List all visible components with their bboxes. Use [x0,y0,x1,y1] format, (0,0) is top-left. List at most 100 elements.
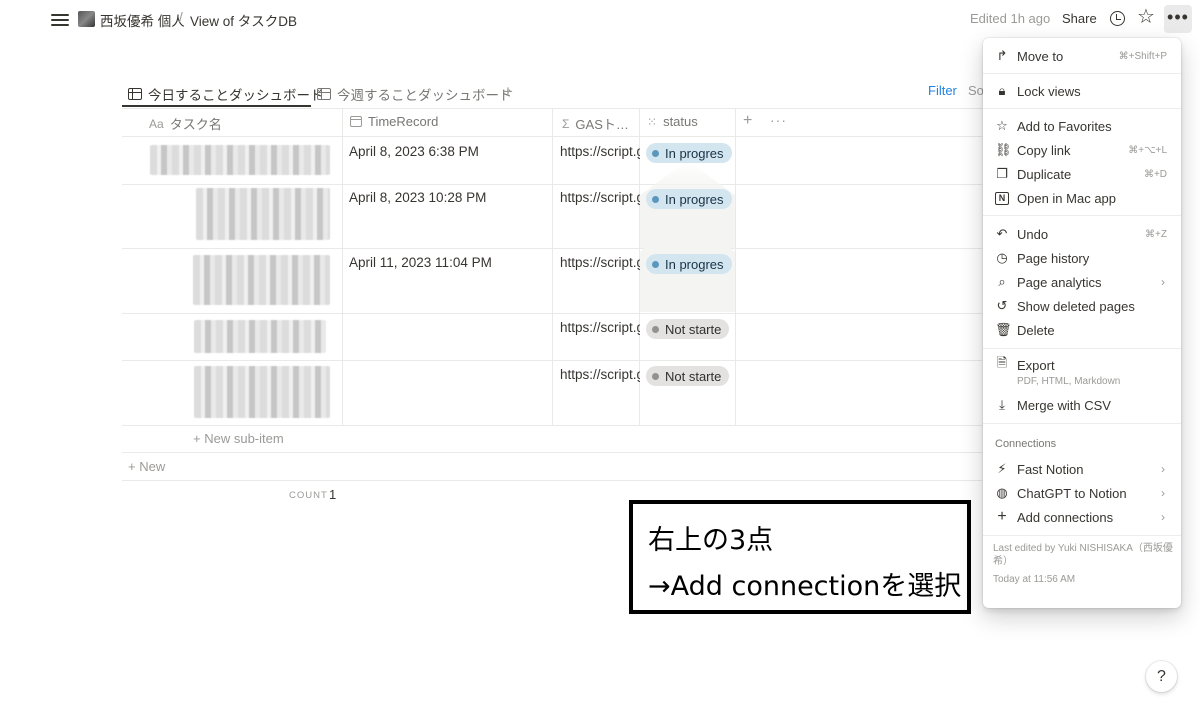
status-dot [652,325,659,333]
menu-item-merge-csv[interactable]: ⤓ Merge with CSV [983,393,1181,417]
history-icon: ◷ [996,250,1008,265]
menu-item-lock-views[interactable]: 🔒︎ Lock views [983,79,1181,103]
table-bottom-border [122,480,982,481]
menu-item-page-analytics[interactable]: ⌕ Page analytics › [983,270,1181,294]
status-icon: ⁙ [647,114,658,129]
chevron-right-icon: › [1161,462,1165,476]
breadcrumb-workspace[interactable]: 西坂優希 個人 [100,10,185,30]
new-row-label: New [139,459,166,474]
menu-item-undo[interactable]: ↶ Undo ⌘+Z [983,222,1181,246]
column-divider [735,108,736,425]
calendar-icon [350,116,362,127]
menu-item-show-deleted[interactable]: ↺ Show deleted pages [983,294,1181,318]
new-row-button[interactable]: + New [128,459,165,474]
download-arrow-icon: ⤓ [999,397,1005,412]
blurred-task-name[interactable] [194,366,330,418]
menu-label: Undo [1017,226,1049,242]
table-view-icon [128,88,142,100]
menu-label: Duplicate [1017,166,1072,182]
menu-item-page-history[interactable]: ◷ Page history [983,246,1181,270]
menu-label: Export [1017,357,1055,373]
new-sub-item-button[interactable]: + New sub-item [193,431,284,446]
menu-item-copy-link[interactable]: ⛓ Copy link ⌘+⌥+L [983,138,1181,162]
menu-item-chatgpt-notion[interactable]: ◍ ChatGPT to Notion › [983,481,1181,505]
gas-url-cell[interactable]: https://script.google.com [560,320,640,335]
add-view-button[interactable]: + [503,82,513,102]
blurred-task-name[interactable] [193,255,330,305]
menu-label: Merge with CSV [1017,397,1111,413]
timerecord-cell[interactable]: April 8, 2023 10:28 PM [349,190,486,205]
export-formats: PDF, HTML, Markdown [1017,376,1121,387]
tab-today-dashboard[interactable]: 今日することダッシュボード [128,81,324,107]
status-dot [652,372,659,380]
menu-item-export[interactable]: 🗎︎ Export [983,353,1181,377]
breadcrumb-page[interactable]: View of タスクDB [190,10,297,30]
column-divider [552,108,553,425]
undo-icon: ↶ [996,226,1008,241]
notion-logo-icon: N [995,191,1009,205]
favorite-star-icon[interactable]: ☆ [1137,7,1155,27]
text-type-icon: Aa [149,116,164,131]
gas-url-cell[interactable]: https://script.google.com [560,190,640,205]
timerecord-cell[interactable]: April 8, 2023 6:38 PM [349,144,479,159]
table-view-icon [317,88,331,100]
status-badge[interactable]: In progres [646,143,732,163]
star-icon: ☆ [996,118,1008,133]
more-options-button[interactable]: ••• [1164,5,1192,33]
more-properties-button[interactable]: ··· [770,112,787,128]
menu-label: Delete [1017,322,1055,338]
gas-url-cell[interactable]: https://script.google.com [560,144,640,159]
help-button[interactable]: ? [1146,661,1177,692]
formula-sigma-icon: Σ [562,116,570,131]
menu-item-delete[interactable]: 🗑︎ Delete [983,318,1181,342]
menu-item-open-mac-app[interactable]: N Open in Mac app [983,186,1181,210]
blurred-task-name[interactable] [194,320,326,353]
column-header-timerecord[interactable]: TimeRecord [350,114,438,129]
menu-item-add-connections[interactable]: + Add connections › [983,505,1181,529]
sort-button[interactable]: So [968,83,984,98]
menu-item-move-to[interactable]: ↱ Move to ⌘+Shift+P [983,44,1181,68]
timerecord-cell[interactable]: April 11, 2023 11:04 PM [349,255,492,270]
analytics-magnifier-icon: ⌕ [998,274,1006,289]
shortcut-label: ⌘+⌥+L [1128,144,1167,156]
active-tab-underline [122,105,311,107]
menu-divider [983,348,1181,349]
blurred-task-name[interactable] [150,145,330,175]
status-label: In progres [665,191,724,207]
status-dot [652,149,659,157]
status-label: Not starte [665,368,722,384]
fast-notion-icon: ⚡︎ [997,461,1007,476]
menu-label: Show deleted pages [1017,298,1135,314]
tab-label: 今日することダッシュボード [148,88,324,103]
column-header-task-name[interactable]: Aa タスク名 [149,114,222,133]
last-edited-by: Last edited by Yuki NISHISAKA（西坂優希） [993,543,1173,567]
status-dot [652,195,659,203]
status-badge[interactable]: Not starte [646,319,730,339]
sidebar-toggle-icon[interactable] [51,11,69,27]
menu-item-fast-notion[interactable]: ⚡︎ Fast Notion › [983,457,1181,481]
row-divider [122,452,982,453]
connections-header: Connections [995,438,1057,450]
gas-url-cell[interactable]: https://script.google.com [560,367,640,382]
move-arrow-icon: ↱ [996,48,1008,63]
gas-url-cell[interactable]: https://script.google.com [560,255,640,270]
tab-week-dashboard[interactable]: 今週することダッシュボード [317,81,513,107]
last-edited-time: Today at 11:56 AM [993,574,1076,585]
updates-clock-icon[interactable] [1110,11,1125,26]
shortcut-label: ⌘+Shift+P [1118,50,1167,62]
status-badge[interactable]: In progres [646,189,732,209]
add-property-button[interactable]: + [743,112,752,130]
status-badge[interactable]: Not starte [646,366,730,386]
menu-item-duplicate[interactable]: ❐ Duplicate ⌘+D [983,162,1181,186]
plus-icon: + [128,459,140,474]
breadcrumb-separator: / [179,10,183,25]
status-dot [652,260,659,268]
menu-item-add-favorites[interactable]: ☆ Add to Favorites [983,114,1181,138]
column-header-gas[interactable]: Σ GASト… [562,114,629,133]
count-label[interactable]: COUNT [289,490,328,501]
status-badge[interactable]: In progres [646,254,732,274]
share-button[interactable]: Share [1062,11,1097,26]
filter-button[interactable]: Filter [928,83,957,98]
blurred-task-name[interactable] [196,188,330,240]
column-header-status[interactable]: ⁙ status [647,114,698,129]
